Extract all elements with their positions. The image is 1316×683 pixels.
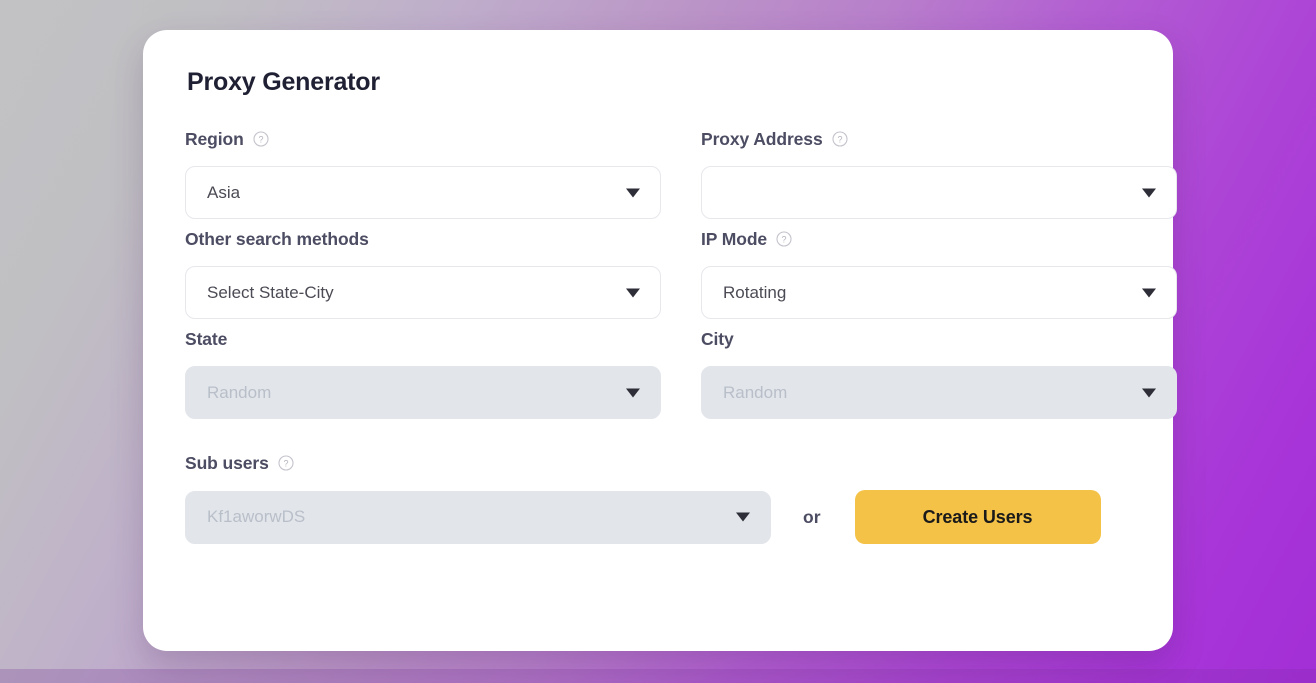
background-bottom-band — [0, 669, 1316, 683]
chevron-down-icon — [1142, 288, 1156, 297]
field-region: Region ? Asia — [185, 125, 661, 219]
chevron-down-icon — [626, 188, 640, 197]
sub-users-select-value: Kf1aworwDS — [207, 507, 306, 526]
field-other-search-methods-label: Other search methods — [185, 228, 369, 249]
svg-text:?: ? — [837, 135, 842, 145]
field-city-label-row: City — [701, 325, 1177, 353]
chevron-down-icon — [626, 288, 640, 297]
field-other-search-methods-label-row: Other search methods — [185, 225, 661, 253]
page-title: Proxy Generator — [187, 68, 380, 96]
proxy-form-grid: Region ? Asia Proxy Address ? Other sear… — [185, 125, 1177, 425]
chevron-down-icon — [1142, 388, 1156, 397]
field-sub-users-label-row: Sub users ? — [185, 449, 1131, 477]
svg-text:?: ? — [283, 459, 288, 469]
state-select[interactable]: Random — [185, 366, 661, 419]
field-state: State Random — [185, 325, 661, 419]
region-select-value: Asia — [207, 182, 241, 202]
field-city: City Random — [701, 325, 1177, 419]
other-search-methods-select-value: Select State-City — [207, 282, 334, 302]
field-region-label: Region — [185, 128, 244, 149]
field-proxy-address-label-row: Proxy Address ? — [701, 125, 1177, 153]
question-circle-icon[interactable]: ? — [253, 131, 269, 147]
question-circle-icon[interactable]: ? — [832, 131, 848, 147]
field-state-label-row: State — [185, 325, 661, 353]
create-users-button[interactable]: Create Users — [854, 490, 1101, 544]
sub-users-select[interactable]: Kf1aworwDS — [185, 490, 771, 544]
field-city-label: City — [701, 328, 734, 349]
field-region-label-row: Region ? — [185, 125, 661, 153]
field-ip-mode: IP Mode ? Rotating — [701, 225, 1177, 319]
field-ip-mode-label-row: IP Mode ? — [701, 225, 1177, 253]
field-sub-users-label: Sub users — [185, 452, 269, 473]
proxy-generator-card: Proxy Generator Region ? Asia Proxy Addr… — [143, 30, 1177, 651]
region-select[interactable]: Asia — [185, 166, 661, 219]
state-select-value: Random — [207, 382, 272, 402]
field-ip-mode-label: IP Mode — [701, 228, 768, 249]
ip-mode-select[interactable]: Rotating — [701, 266, 1177, 319]
svg-text:?: ? — [258, 135, 263, 145]
or-separator-label: or — [803, 506, 821, 527]
field-proxy-address-label: Proxy Address — [701, 128, 823, 149]
chevron-down-icon — [1142, 188, 1156, 197]
ip-mode-select-value: Rotating — [723, 282, 787, 302]
sub-users-section: Sub users ? Kf1aworwDS or Create Users — [185, 449, 1131, 544]
question-circle-icon[interactable]: ? — [776, 231, 792, 247]
field-other-search-methods: Other search methods Select State-City — [185, 225, 661, 319]
proxy-address-select[interactable] — [701, 166, 1177, 219]
chevron-down-icon — [626, 388, 640, 397]
field-state-label: State — [185, 328, 228, 349]
field-proxy-address: Proxy Address ? — [701, 125, 1177, 219]
chevron-down-icon — [736, 512, 750, 522]
sub-users-row: Kf1aworwDS or Create Users — [185, 490, 1131, 544]
question-circle-icon[interactable]: ? — [278, 455, 294, 471]
svg-text:?: ? — [782, 235, 787, 245]
city-select[interactable]: Random — [701, 366, 1177, 419]
city-select-value: Random — [723, 382, 788, 402]
other-search-methods-select[interactable]: Select State-City — [185, 266, 661, 319]
